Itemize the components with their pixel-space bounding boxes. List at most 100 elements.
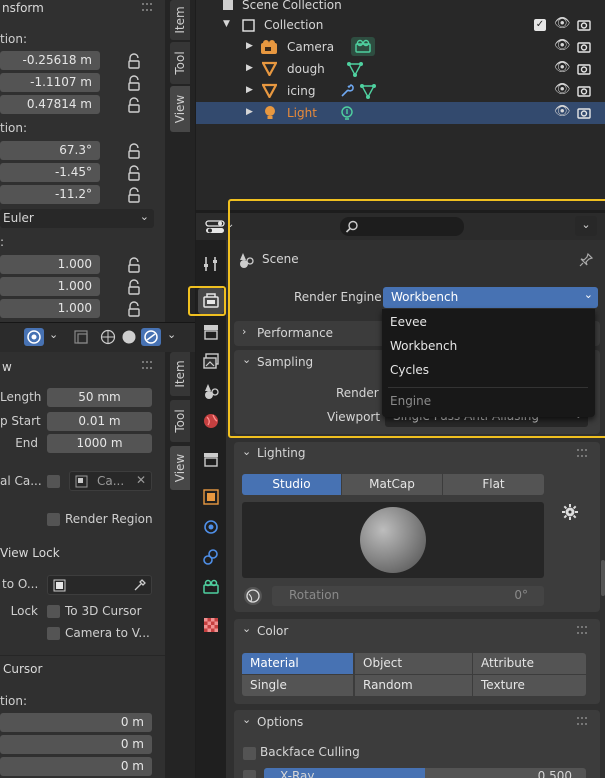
eye-icon[interactable]: 👁	[554, 82, 571, 97]
engine-option-cycles[interactable]: Cycles	[390, 363, 429, 377]
material-shading-button[interactable]	[141, 328, 161, 346]
location-z-field[interactable]: 0.47814 m	[0, 95, 100, 114]
chevron-down-icon[interactable]: ⌄	[242, 445, 251, 458]
chevron-right-icon[interactable]: ▶	[246, 85, 253, 95]
chevron-down-icon[interactable]: ⌄	[167, 328, 176, 341]
eye-icon[interactable]: 👁	[554, 104, 571, 119]
lock-icon[interactable]	[126, 143, 142, 159]
xray-toggle-icon[interactable]	[73, 329, 89, 345]
chevron-right-icon[interactable]: ▶	[246, 63, 253, 73]
panel-drag-handle[interactable]	[142, 361, 152, 369]
cursor-y-field[interactable]: 0 m	[0, 735, 152, 754]
overlay-toggle-button[interactable]	[24, 328, 44, 346]
light-data-icon[interactable]	[339, 105, 355, 121]
eye-icon[interactable]: 👁	[554, 60, 571, 75]
xray-slider[interactable]: X-Ray 0.500	[264, 768, 586, 778]
scene-properties-icon[interactable]	[202, 382, 220, 400]
scale-x-field[interactable]: 1.000	[0, 255, 100, 274]
camera-render-icon[interactable]	[577, 41, 591, 53]
collection-properties-icon[interactable]	[202, 450, 220, 468]
camera-render-icon[interactable]	[577, 107, 591, 119]
camera-render-icon[interactable]	[577, 85, 591, 97]
local-camera-field[interactable]: Ca... ✕	[69, 471, 152, 491]
clip-end-field[interactable]: 1000 m	[47, 434, 152, 453]
cursor-x-field[interactable]: 0 m	[0, 713, 152, 732]
constraints-properties-icon[interactable]	[202, 548, 220, 566]
eye-icon[interactable]: 👁	[554, 16, 571, 31]
close-icon[interactable]: ✕	[136, 473, 146, 487]
engine-option-eevee[interactable]: Eevee	[390, 315, 427, 329]
tab-tool[interactable]: Tool	[170, 42, 190, 84]
color-object-button[interactable]: Object	[355, 653, 472, 674]
outliner-row-dough[interactable]: ▶ dough 👁	[196, 58, 605, 80]
collection-exclude-checkbox[interactable]: ✓	[534, 19, 546, 31]
rotation-mode-select[interactable]: Euler ⌄	[0, 209, 154, 228]
world-space-lighting-icon[interactable]	[243, 586, 263, 606]
panel-drag-handle[interactable]	[577, 626, 587, 634]
location-y-field[interactable]: -1.1107 m	[0, 73, 100, 92]
to-3d-cursor-checkbox[interactable]	[47, 605, 60, 618]
rotation-field[interactable]: Rotation 0°	[272, 586, 544, 606]
xray-checkbox[interactable]	[243, 770, 256, 778]
lock-icon[interactable]	[126, 279, 142, 295]
color-attribute-button[interactable]: Attribute	[473, 653, 586, 674]
tab-item[interactable]: Item	[170, 352, 190, 396]
chevron-right-icon[interactable]: ▶	[246, 107, 253, 117]
panel-drag-handle[interactable]	[577, 449, 587, 457]
tab-tool[interactable]: Tool	[170, 400, 190, 442]
outliner-row-camera[interactable]: ▶ Camera 👁	[196, 36, 605, 58]
chevron-down-icon[interactable]: ▼	[223, 19, 230, 29]
backface-culling-checkbox[interactable]	[243, 747, 256, 760]
camera-render-icon[interactable]	[577, 19, 591, 31]
modifier-wrench-icon[interactable]	[339, 83, 355, 99]
output-properties-icon[interactable]	[202, 323, 220, 341]
rotation-z-field[interactable]: -11.2°	[0, 185, 100, 204]
lock-icon[interactable]	[126, 53, 142, 69]
solid-shading-icon[interactable]	[121, 329, 137, 345]
camera-render-icon[interactable]	[577, 63, 591, 75]
lighting-matcap-button[interactable]: MatCap	[342, 474, 442, 495]
lock-to-object-field[interactable]	[47, 575, 152, 595]
tab-view[interactable]: View	[170, 446, 190, 490]
tool-settings-icon[interactable]	[202, 255, 220, 273]
chevron-right-icon[interactable]: ▶	[246, 41, 253, 51]
chevron-down-icon[interactable]: ⌄	[49, 328, 58, 341]
local-camera-checkbox[interactable]	[47, 475, 60, 488]
lock-icon[interactable]	[126, 257, 142, 273]
lock-icon[interactable]	[126, 97, 142, 113]
color-material-button[interactable]: Material	[242, 653, 353, 674]
eyedropper-icon[interactable]	[133, 578, 147, 592]
chevron-down-icon[interactable]: ⌄	[242, 713, 251, 726]
render-region-checkbox[interactable]	[47, 513, 60, 526]
camera-to-view-checkbox[interactable]	[47, 627, 60, 640]
rotation-x-field[interactable]: 67.3°	[0, 141, 100, 160]
collection-row[interactable]: ▼ Collection ✓ 👁	[196, 14, 605, 36]
studio-light-preview[interactable]	[242, 502, 544, 578]
view-layer-icon[interactable]	[202, 352, 220, 370]
camera-data-properties-icon[interactable]	[202, 578, 220, 596]
color-random-button[interactable]: Random	[355, 675, 472, 696]
chevron-down-icon[interactable]: ⌄	[242, 622, 251, 635]
wireframe-shading-icon[interactable]	[100, 329, 116, 345]
lock-icon[interactable]	[126, 165, 142, 181]
outliner-row-light[interactable]: ▶ Light 👁	[196, 102, 605, 124]
panel-drag-handle[interactable]	[142, 3, 152, 11]
color-texture-button[interactable]: Texture	[473, 675, 586, 696]
world-properties-icon[interactable]	[202, 412, 220, 430]
location-x-field[interactable]: -0.25618 m	[0, 51, 100, 70]
mesh-data-icon[interactable]	[346, 60, 364, 78]
cursor-z-field[interactable]: 0 m	[0, 757, 152, 776]
scale-y-field[interactable]: 1.000	[0, 277, 100, 296]
tab-item[interactable]: Item	[170, 0, 190, 40]
lighting-studio-button[interactable]: Studio	[242, 474, 341, 495]
gear-icon[interactable]	[561, 503, 579, 521]
editor-type-icon[interactable]	[205, 219, 225, 235]
scrollbar[interactable]	[601, 560, 605, 596]
scale-z-field[interactable]: 1.000	[0, 299, 100, 318]
mesh-data-icon[interactable]	[359, 82, 377, 100]
rotation-y-field[interactable]: -1.45°	[0, 163, 100, 182]
lock-icon[interactable]	[126, 75, 142, 91]
outliner-row-icing[interactable]: ▶ icing 👁	[196, 80, 605, 102]
panel-drag-handle[interactable]	[577, 717, 587, 725]
camera-data-icon[interactable]	[351, 37, 375, 56]
